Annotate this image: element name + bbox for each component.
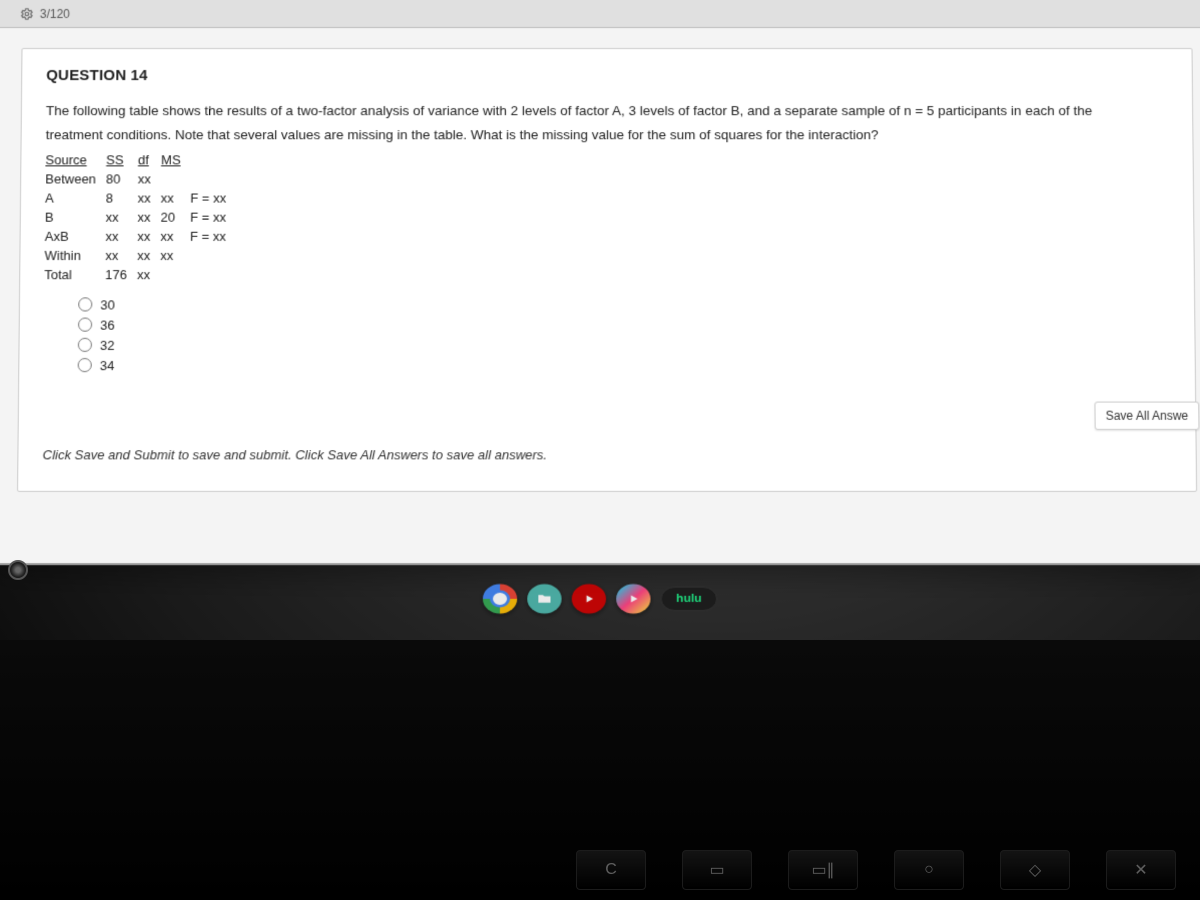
question-prompt-1: The following table shows the results of… xyxy=(46,102,1168,120)
header-f xyxy=(191,151,237,170)
key: ▭ xyxy=(682,850,752,890)
hulu-icon[interactable]: hulu xyxy=(661,587,717,611)
play-store-icon[interactable] xyxy=(616,584,650,613)
tab-label: 3/120 xyxy=(40,6,70,20)
table-row: Between 80 xx xyxy=(45,170,236,189)
table-row: Total 176 xx xyxy=(44,266,236,285)
key: ◇ xyxy=(1000,850,1070,890)
option-32[interactable]: 32 xyxy=(78,335,1171,355)
table-row: Within xx xx xx xyxy=(44,246,236,265)
option-label: 30 xyxy=(100,297,115,312)
anova-header-row: Source SS df MS xyxy=(45,151,236,170)
radio-30[interactable] xyxy=(78,298,92,312)
browser-tab[interactable]: 3/120 xyxy=(20,6,70,20)
header-ss: SS xyxy=(106,151,138,170)
chrome-icon[interactable] xyxy=(483,584,517,613)
footer-instruction: Click Save and Submit to save and submit… xyxy=(43,447,548,462)
option-label: 34 xyxy=(100,358,115,373)
keyboard-row: C ▭ ▭∥ ○ ◇ ✕ xyxy=(480,850,1176,890)
key: C xyxy=(576,850,646,890)
radio-36[interactable] xyxy=(78,318,92,332)
files-icon[interactable] xyxy=(528,584,562,613)
option-label: 32 xyxy=(100,338,115,353)
key: ○ xyxy=(894,850,964,890)
table-row: AxB xx xx xx F = xx xyxy=(45,227,237,246)
question-prompt-2: treatment conditions. Note that several … xyxy=(46,126,1169,144)
question-card: QUESTION 14 The following table shows th… xyxy=(17,48,1197,492)
laptop-body: C ▭ ▭∥ ○ ◇ ✕ xyxy=(0,640,1200,900)
browser-tab-strip: 3/120 xyxy=(0,0,1200,28)
chromeos-shelf: hulu xyxy=(0,568,1200,629)
header-source: Source xyxy=(45,151,106,170)
laptop-screen: 3/120 QUESTION 14 The following table sh… xyxy=(0,0,1200,565)
anova-table: Source SS df MS Between 80 xx A 8 xx xx … xyxy=(44,151,236,285)
option-30[interactable]: 30 xyxy=(78,295,1170,315)
option-label: 36 xyxy=(100,317,115,332)
option-36[interactable]: 36 xyxy=(78,315,1170,335)
header-df: df xyxy=(138,151,161,170)
webcam-icon xyxy=(8,560,28,580)
question-title: QUESTION 14 xyxy=(46,67,1168,84)
header-ms: MS xyxy=(161,151,191,170)
key: ✕ xyxy=(1106,850,1176,890)
option-34[interactable]: 34 xyxy=(78,355,1171,375)
table-row: B xx xx 20 F = xx xyxy=(45,208,236,227)
tab-gear-icon xyxy=(20,6,34,20)
radio-32[interactable] xyxy=(78,338,92,352)
answer-options: 30 36 32 34 xyxy=(78,295,1171,376)
key: ▭∥ xyxy=(788,850,858,890)
radio-34[interactable] xyxy=(78,358,92,372)
youtube-icon[interactable] xyxy=(572,584,606,613)
table-row: A 8 xx xx F = xx xyxy=(45,189,236,208)
save-all-answers-button[interactable]: Save All Answe xyxy=(1094,402,1199,430)
